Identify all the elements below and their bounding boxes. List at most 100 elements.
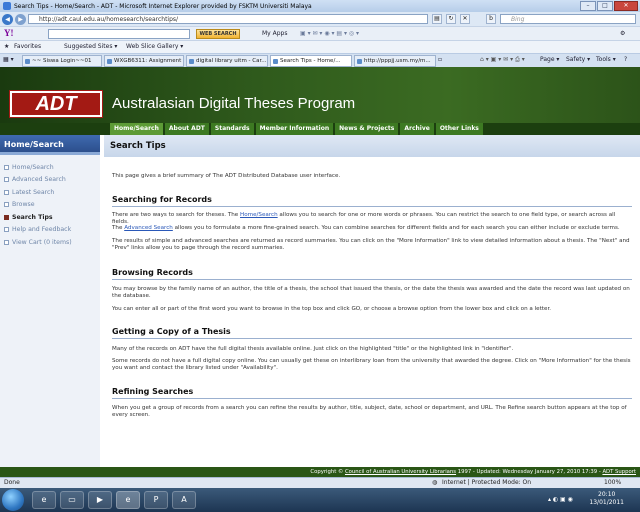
tray-icons[interactable]: ▴ ◐ ▣ ◉ (548, 496, 573, 503)
page-title: Search Tips (104, 135, 640, 157)
sidebar-item-advanced-search[interactable]: Advanced Search (4, 174, 100, 187)
tab-bar: ▦ ▾ ~~ Siswa Login~~01 WXGB6311: Assignm… (0, 53, 640, 67)
site-banner: ADT Australasian Digital Theses Program (0, 67, 640, 123)
ie-active-taskbar-icon[interactable]: e (116, 491, 140, 509)
favorites-bar: ★ Favorites Suggested Sites ▾ Web Slice … (0, 40, 640, 53)
nav-other-links[interactable]: Other Links (435, 123, 483, 135)
powerpoint-taskbar-icon[interactable]: P (144, 491, 168, 509)
forward-icon[interactable]: ▶ (15, 13, 26, 25)
home-search-link[interactable]: Home/Search (240, 212, 278, 218)
sidebar-item-view-cart[interactable]: View Cart (0 items) (4, 236, 100, 249)
web-page: ADT Australasian Digital Theses Program … (0, 67, 640, 477)
refine-para-1: When you get a group of records from a s… (112, 405, 627, 419)
bullet-icon (4, 202, 9, 208)
adt-logo[interactable]: ADT (10, 91, 102, 117)
zoom-level[interactable]: 100% (604, 478, 621, 488)
browse-para-1: You may browse by the family name of an … (112, 286, 630, 300)
heading-searching-records: Searching for Records (112, 195, 632, 207)
tools-menu[interactable]: Tools ▾ (596, 56, 616, 63)
explorer-taskbar-icon[interactable]: ▭ (60, 491, 84, 509)
tab-siswa-login[interactable]: ~~ Siswa Login~~01 (22, 55, 102, 67)
sidebar: Home/Search Home/Search Advanced Search … (0, 135, 100, 477)
taskbar: e ▭ ▶ e P A ▴ ◐ ▣ ◉ 20:10 13/01/2011 (0, 488, 640, 512)
tab-assignment[interactable]: WXGB6311: Assignment 1 (104, 55, 184, 67)
my-apps-button[interactable]: My Apps (262, 30, 287, 37)
home-icon[interactable]: ⌂ ▾ ▣ ▾ ✉ ▾ ⎙ ▾ (480, 56, 525, 64)
ie-taskbar-icon[interactable]: e (32, 491, 56, 509)
sidebar-item-browse[interactable]: Browse (4, 199, 100, 212)
url-input[interactable]: http://adt.caul.edu.au/homesearch/search… (28, 14, 428, 24)
bing-logo-icon: b (486, 14, 496, 24)
yahoo-search-input[interactable] (48, 29, 190, 39)
search-para-2: The Advanced Search allows you to formul… (112, 225, 620, 231)
bullet-icon (4, 214, 9, 220)
window-title: Search Tips - Home/Search - ADT - Micros… (14, 2, 312, 10)
security-zone[interactable]: Internet | Protected Mode: On (442, 478, 531, 488)
address-bar: ◀ ▶ http://adt.caul.edu.au/homesearch/se… (0, 12, 640, 26)
program-title: Australasian Digital Theses Program (112, 95, 356, 112)
page-menu[interactable]: Page ▾ (540, 56, 559, 63)
web-search-button[interactable]: WEB SEARCH (196, 29, 240, 39)
new-tab-icon[interactable]: ▫ (438, 56, 442, 63)
tab-digital-library[interactable]: digital library uitm - Car... (186, 55, 268, 67)
yahoo-logo[interactable]: Y! (4, 28, 14, 38)
sidebar-item-latest-search[interactable]: Latest Search (4, 186, 100, 199)
web-slice-gallery-link[interactable]: Web Slice Gallery ▾ (126, 43, 183, 50)
start-button[interactable] (2, 489, 24, 511)
back-icon[interactable]: ◀ (2, 13, 13, 25)
nav-member-information[interactable]: Member Information (255, 123, 334, 135)
advanced-search-link[interactable]: Advanced Search (124, 225, 173, 231)
bullet-icon (4, 189, 9, 195)
bullet-icon (4, 239, 9, 245)
suggested-sites-link[interactable]: Suggested Sites ▾ (64, 43, 117, 50)
sidebar-item-search-tips[interactable]: Search Tips (4, 211, 100, 224)
sidebar-item-help-feedback[interactable]: Help and Feedback (4, 224, 100, 237)
site-nav: Home/Search About ADT Standards Member I… (0, 123, 640, 135)
bullet-icon (4, 177, 9, 183)
status-text: Done (4, 479, 20, 486)
bullet-icon (4, 164, 9, 170)
tab-usm[interactable]: http://pppjj.usm.my/m... (354, 55, 436, 67)
nav-about-adt[interactable]: About ADT (164, 123, 209, 135)
copy-para-2: Some records do not have a full digital … (112, 358, 631, 372)
browse-para-2: You can enter all or part of the first w… (112, 306, 552, 312)
copy-para-1: Many of the records on ADT have the full… (112, 346, 514, 352)
heading-refining-searches: Refining Searches (112, 387, 632, 399)
nav-standards[interactable]: Standards (210, 123, 254, 135)
media-taskbar-icon[interactable]: ▶ (88, 491, 112, 509)
toolbar-icons[interactable]: ▣ ▾ ✉ ▾ ◉ ▾ ▤ ▾ ◎ ▾ (300, 30, 359, 37)
minimize-button[interactable]: – (580, 1, 596, 11)
nav-home-search[interactable]: Home/Search (110, 123, 163, 135)
site-footer: Copyright © Council of Australian Univer… (0, 467, 640, 477)
yahoo-toolbar: Y! WEB SEARCH My Apps ▣ ▾ ✉ ▾ ◉ ▾ ▤ ▾ ◎ … (0, 26, 640, 40)
window-title-bar: Search Tips - Home/Search - ADT - Micros… (0, 0, 640, 12)
intro-text: This page gives a brief summary of The A… (112, 173, 341, 179)
refresh-icon[interactable]: ↻ (446, 14, 456, 24)
tab-list-icon[interactable]: ▦ ▾ (3, 56, 14, 63)
compat-view-icon[interactable]: ▤ (432, 14, 442, 24)
acrobat-taskbar-icon[interactable]: A (172, 491, 196, 509)
close-button[interactable]: ✕ (614, 1, 638, 11)
safety-menu[interactable]: Safety ▾ (566, 56, 590, 63)
adt-support-link[interactable]: ADT Support (602, 469, 636, 475)
toolbar-settings-icon[interactable]: ⚙ (620, 30, 625, 37)
sidebar-title: Home/Search (0, 135, 100, 155)
globe-icon: ◍ (432, 479, 438, 486)
help-icon[interactable]: ? (624, 56, 627, 63)
search-para-3: The results of simple and advanced searc… (112, 238, 630, 252)
stop-icon[interactable]: ✕ (460, 14, 470, 24)
bullet-icon (4, 227, 9, 233)
system-clock[interactable]: 20:10 13/01/2011 (589, 491, 624, 507)
heading-browsing-records: Browsing Records (112, 268, 632, 280)
caul-link[interactable]: Council of Australian University Librari… (345, 469, 456, 475)
favorites-button[interactable]: Favorites (14, 43, 41, 50)
maximize-button[interactable]: □ (597, 1, 613, 11)
favorites-star-icon[interactable]: ★ (4, 43, 9, 50)
sidebar-item-home-search[interactable]: Home/Search (4, 161, 100, 174)
heading-getting-copy: Getting a Copy of a Thesis (112, 327, 632, 339)
nav-archive[interactable]: Archive (400, 123, 434, 135)
nav-news-projects[interactable]: News & Projects (335, 123, 399, 135)
ie-icon (3, 2, 11, 10)
tab-search-tips[interactable]: Search Tips - Home/... (270, 55, 352, 67)
search-input[interactable]: Bing (500, 14, 636, 24)
